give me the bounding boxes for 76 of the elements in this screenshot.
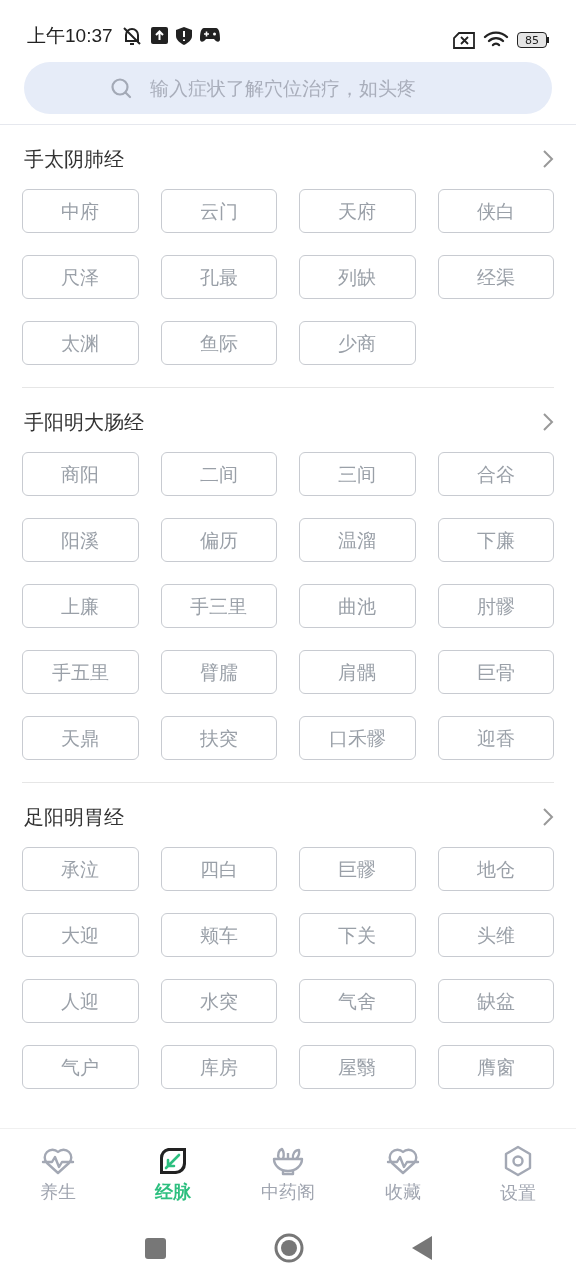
acupoint-button[interactable]: 扶突 xyxy=(160,716,277,760)
acupoint-button[interactable]: 太渊 xyxy=(22,321,139,365)
leaf-icon xyxy=(157,1146,188,1176)
heart-pulse-icon xyxy=(40,1146,75,1176)
meridian-title: 足阳明胃经 xyxy=(24,804,124,831)
acupoint-button[interactable]: 天鼎 xyxy=(22,716,139,760)
acupoint-button[interactable]: 曲池 xyxy=(299,584,416,628)
acupoint-button[interactable]: 四白 xyxy=(160,847,277,891)
acupoint-button[interactable]: 口禾髎 xyxy=(299,716,416,760)
acupoint-button[interactable]: 承泣 xyxy=(22,847,139,891)
nav-tab[interactable]: 中药阁 xyxy=(242,1146,333,1205)
acupoint-button[interactable]: 鱼际 xyxy=(160,321,277,365)
acupoint-button[interactable]: 下关 xyxy=(299,913,416,957)
acupoint-button[interactable]: 商阳 xyxy=(22,452,139,496)
chevron-right-icon xyxy=(542,412,554,432)
meridian-title: 手太阴肺经 xyxy=(24,146,124,173)
acupoint-button[interactable]: 合谷 xyxy=(437,452,554,496)
acupoint-button[interactable]: 云门 xyxy=(160,189,277,233)
acupoint-button[interactable]: 手三里 xyxy=(160,584,277,628)
acupoint-button[interactable]: 温溜 xyxy=(299,518,416,562)
nav-tab[interactable]: 收藏 xyxy=(358,1146,449,1205)
acupoint-button[interactable]: 三间 xyxy=(299,452,416,496)
meridian-title: 手阳明大肠经 xyxy=(24,409,144,436)
acupoint-button[interactable]: 大迎 xyxy=(22,913,139,957)
chevron-right-icon xyxy=(542,149,554,169)
acupoint-button[interactable]: 上廉 xyxy=(22,584,139,628)
acupoint-button[interactable]: 颊车 xyxy=(160,913,277,957)
battery-level: 85 xyxy=(525,34,539,46)
acupoint-button[interactable]: 尺泽 xyxy=(22,255,139,299)
heart-pulse-icon xyxy=(386,1146,421,1176)
acupoint-button[interactable]: 头维 xyxy=(437,913,554,957)
acupoint-button[interactable]: 气户 xyxy=(22,1045,139,1089)
acupoint-button[interactable]: 气舍 xyxy=(299,979,416,1023)
acupoint-button[interactable]: 下廉 xyxy=(437,518,554,562)
status-time: 上午10:37 xyxy=(27,23,113,48)
acupoint-button[interactable]: 孔最 xyxy=(160,255,277,299)
nav-tab[interactable]: 设置 xyxy=(473,1145,564,1206)
acupoint-button[interactable]: 缺盆 xyxy=(437,979,554,1023)
acupoint-button[interactable]: 中府 xyxy=(22,189,139,233)
acupoint-button[interactable]: 肘髎 xyxy=(437,584,554,628)
acupoint-button[interactable]: 二间 xyxy=(160,452,277,496)
meridian-header[interactable]: 足阳明胃经 xyxy=(22,803,554,831)
no-sim-icon xyxy=(453,31,475,49)
acupoint-button[interactable]: 列缺 xyxy=(299,255,416,299)
recents-button[interactable] xyxy=(144,1237,166,1259)
acupoint-button[interactable]: 水突 xyxy=(160,979,277,1023)
meridian-header[interactable]: 手太阴肺经 xyxy=(22,145,554,173)
upload-icon xyxy=(150,27,168,45)
nav-tab[interactable]: 养生 xyxy=(12,1146,103,1205)
home-button[interactable] xyxy=(273,1233,304,1263)
back-button[interactable] xyxy=(411,1236,432,1260)
acupoint-button[interactable]: 侠白 xyxy=(437,189,554,233)
acupoint-button[interactable]: 人迎 xyxy=(22,979,139,1023)
meridian-header[interactable]: 手阳明大肠经 xyxy=(22,408,554,436)
acupoint-button[interactable]: 少商 xyxy=(299,321,416,365)
acupoint-button[interactable]: 阳溪 xyxy=(22,518,139,562)
acupoint-button[interactable]: 肩髃 xyxy=(299,650,416,694)
acupoint-button[interactable]: 臂臑 xyxy=(160,650,277,694)
search-field[interactable]: 输入症状了解穴位治疗，如头疼 xyxy=(24,62,552,114)
bowl-icon xyxy=(270,1146,305,1176)
acupoint-button[interactable]: 膺窗 xyxy=(437,1045,554,1089)
acupoint-button[interactable]: 经渠 xyxy=(437,255,554,299)
acupoint-button[interactable]: 屋翳 xyxy=(299,1045,416,1089)
acupoint-button[interactable]: 迎香 xyxy=(437,716,554,760)
bell-off-icon xyxy=(120,25,143,46)
chevron-right-icon xyxy=(542,807,554,827)
acupoint-button[interactable]: 手五里 xyxy=(22,650,139,694)
gamepad-icon xyxy=(199,28,220,44)
shield-icon xyxy=(175,26,192,45)
nav-tab[interactable]: 经脉 xyxy=(127,1146,218,1205)
acupoint-button[interactable]: 天府 xyxy=(299,189,416,233)
acupoint-button[interactable]: 地仓 xyxy=(437,847,554,891)
acupoint-button[interactable]: 巨骨 xyxy=(437,650,554,694)
acupoint-button[interactable]: 偏历 xyxy=(160,518,277,562)
acupoint-button[interactable]: 库房 xyxy=(160,1045,277,1089)
acupoint-button[interactable]: 巨髎 xyxy=(299,847,416,891)
